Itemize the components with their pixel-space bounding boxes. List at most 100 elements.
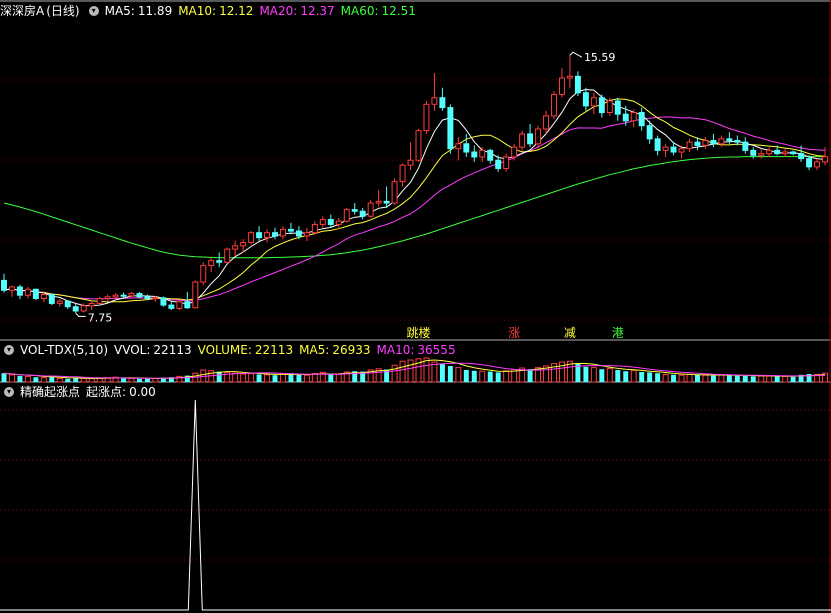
candle-body bbox=[566, 75, 573, 79]
ma10-label: MA10: 12.12 bbox=[178, 4, 254, 18]
candle bbox=[383, 186, 390, 208]
candle-body bbox=[439, 97, 446, 109]
candle-body bbox=[527, 133, 534, 145]
signal-label: 涨 bbox=[508, 325, 520, 340]
candle bbox=[8, 285, 15, 297]
volume-bar bbox=[742, 376, 748, 382]
candle-body bbox=[535, 128, 542, 145]
candle bbox=[56, 299, 63, 307]
candle bbox=[455, 137, 462, 161]
candle bbox=[447, 104, 454, 154]
indicator-line bbox=[0, 399, 831, 611]
volume-bar bbox=[399, 360, 406, 383]
ma10-line bbox=[3, 98, 826, 303]
volume-bar bbox=[56, 377, 63, 383]
candle bbox=[104, 294, 111, 302]
candle-body bbox=[280, 228, 286, 237]
candle bbox=[558, 68, 565, 98]
ma60-label: MA60: 12.51 bbox=[340, 4, 416, 18]
candle-body bbox=[1, 279, 7, 291]
ma-lines-layer bbox=[3, 88, 826, 307]
candle-body bbox=[654, 138, 661, 151]
volume-bar bbox=[240, 373, 247, 383]
candle-body bbox=[758, 153, 765, 156]
volume-bar bbox=[65, 378, 71, 382]
candle bbox=[248, 231, 255, 245]
candle bbox=[168, 301, 175, 311]
volume-ma5-line bbox=[3, 359, 826, 380]
candle-body bbox=[327, 219, 334, 225]
vol-ma5-label: MA5: 26933 bbox=[299, 343, 371, 357]
candle bbox=[264, 229, 271, 243]
volume-bar bbox=[463, 370, 469, 382]
candle-body bbox=[415, 130, 422, 161]
candle bbox=[535, 125, 542, 149]
indicator-header: ▾ 精确起涨点 起涨点: 0.00 bbox=[0, 384, 162, 400]
volume-bar bbox=[1, 373, 7, 382]
candle-body bbox=[224, 248, 231, 263]
volume-bar bbox=[264, 374, 271, 383]
candle-body bbox=[806, 158, 813, 168]
settings-dot-icon[interactable]: ▾ bbox=[88, 6, 99, 16]
candle bbox=[527, 124, 534, 148]
candle-body bbox=[200, 265, 207, 283]
candle bbox=[718, 135, 725, 148]
candle-body bbox=[343, 209, 350, 222]
candles-layer bbox=[1, 55, 828, 314]
candle bbox=[543, 110, 549, 134]
candle bbox=[16, 284, 23, 300]
candle bbox=[790, 150, 797, 156]
candle bbox=[256, 226, 263, 241]
candle-body bbox=[287, 228, 294, 232]
volume-bar bbox=[590, 367, 597, 383]
candle-body bbox=[295, 230, 302, 237]
volume-bar bbox=[311, 373, 318, 383]
candle-body bbox=[614, 100, 621, 115]
candle-body bbox=[726, 138, 733, 142]
candle-body bbox=[48, 294, 55, 304]
candle-body bbox=[646, 125, 653, 140]
candle bbox=[654, 135, 661, 156]
candle-body bbox=[487, 149, 494, 161]
candle bbox=[176, 300, 183, 311]
candle-body bbox=[176, 301, 183, 309]
candle bbox=[192, 280, 199, 309]
candle-body bbox=[686, 141, 693, 150]
candle bbox=[511, 143, 518, 161]
volume-bar bbox=[455, 367, 462, 383]
candle-body bbox=[622, 113, 629, 122]
candle-body bbox=[822, 156, 828, 163]
candle bbox=[662, 143, 669, 157]
candle-body bbox=[128, 293, 135, 297]
candle-body bbox=[798, 153, 805, 160]
candle bbox=[519, 130, 526, 151]
candle bbox=[614, 97, 621, 121]
volume-bar bbox=[623, 371, 629, 382]
candle bbox=[160, 296, 167, 307]
candle-body bbox=[184, 301, 191, 309]
ma20-line bbox=[3, 116, 826, 302]
candle-body bbox=[670, 146, 677, 153]
volume-bar bbox=[750, 376, 756, 382]
candle-body bbox=[160, 297, 167, 306]
candle-body bbox=[750, 149, 757, 156]
candle-body bbox=[248, 232, 255, 244]
candle bbox=[311, 221, 318, 235]
candle-body bbox=[558, 77, 565, 95]
volume-bar bbox=[678, 374, 685, 383]
candle-body bbox=[551, 93, 557, 117]
candle-body bbox=[208, 260, 215, 267]
candle bbox=[399, 163, 406, 187]
grid-lines bbox=[0, 0, 831, 613]
candle bbox=[407, 142, 414, 171]
indicator-settings-dot-icon[interactable]: ▾ bbox=[4, 387, 14, 397]
volume-bar bbox=[606, 367, 613, 383]
candle-body bbox=[407, 159, 414, 166]
volume-settings-dot-icon[interactable]: ▾ bbox=[4, 345, 14, 355]
volume-bar bbox=[256, 374, 262, 382]
volume-bar bbox=[17, 376, 23, 382]
volume-bar bbox=[655, 373, 661, 382]
candle-body bbox=[112, 294, 119, 298]
volume-bar bbox=[144, 378, 150, 382]
volume-bar bbox=[439, 364, 445, 382]
